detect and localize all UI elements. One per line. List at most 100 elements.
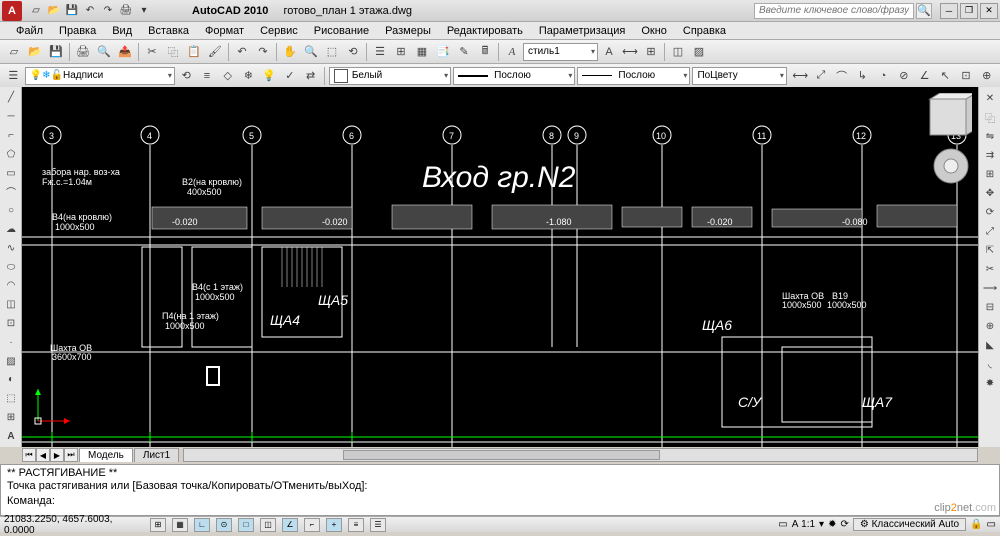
anno-auto-icon[interactable]: ⟳ [840, 519, 848, 530]
designcenter-icon[interactable]: ⊞ [391, 42, 411, 62]
menu-edit[interactable]: Правка [51, 23, 104, 39]
cut-icon[interactable]: ✂ [142, 42, 162, 62]
dim-leader-icon[interactable]: ↖ [936, 66, 955, 86]
viewcube[interactable] [924, 93, 972, 141]
pan-icon[interactable]: ✋ [280, 42, 300, 62]
plotstyle-combo[interactable]: ПоЦвету [692, 67, 786, 85]
print-icon[interactable]: 🖨 [118, 3, 134, 19]
circle-icon[interactable]: ○ [2, 202, 20, 220]
redo-icon[interactable]: ↷ [253, 42, 273, 62]
menu-draw[interactable]: Рисование [306, 23, 377, 39]
break-icon[interactable]: ⊟ [981, 298, 999, 316]
menu-modify[interactable]: Редактировать [439, 23, 531, 39]
command-window[interactable]: ** РАСТЯГИВАНИЕ ** Точка растягивания ил… [0, 464, 1000, 516]
menu-format[interactable]: Формат [197, 23, 252, 39]
qp-toggle[interactable]: ☰ [370, 518, 386, 532]
mtext-icon[interactable]: A [2, 427, 20, 445]
menu-file[interactable]: Файл [8, 23, 51, 39]
text-style-combo[interactable]: стиль1 [523, 43, 598, 61]
revcloud-icon[interactable]: ☁ [2, 221, 20, 239]
zoom-window-icon[interactable]: ⬚ [322, 42, 342, 62]
lock-ui-icon[interactable]: 🔒 [970, 519, 982, 530]
undo-icon[interactable]: ↶ [82, 3, 98, 19]
hatch-icon[interactable]: ▨ [2, 352, 20, 370]
coordinates-readout[interactable]: 21083.2250, 4657.6003, 0.0000 [4, 514, 144, 536]
publish-icon[interactable]: 📤 [115, 42, 135, 62]
sheetset-icon[interactable]: 📑 [433, 42, 453, 62]
markup-icon[interactable]: ✎ [454, 42, 474, 62]
chamfer-icon[interactable]: ◣ [981, 336, 999, 354]
print-icon[interactable]: 🖨 [73, 42, 93, 62]
dim-diameter-icon[interactable]: ⊘ [894, 66, 913, 86]
layer-prev-icon[interactable]: ⟲ [177, 66, 196, 86]
array-icon[interactable]: ⊞ [981, 165, 999, 183]
fillet-icon[interactable]: ◟ [981, 355, 999, 373]
match-icon[interactable]: 🖌 [205, 42, 225, 62]
new-icon[interactable]: ▱ [28, 3, 44, 19]
close-button[interactable]: ✕ [980, 3, 998, 19]
dim-aligned-icon[interactable]: ⤢ [812, 66, 831, 86]
dyn-toggle[interactable]: + [326, 518, 342, 532]
text-style-icon[interactable]: A [502, 42, 522, 62]
menu-dimension[interactable]: Размеры [377, 23, 439, 39]
dim-angular-icon[interactable]: ∠ [915, 66, 934, 86]
dim-center-icon[interactable]: ⊕ [977, 66, 996, 86]
copy-icon[interactable]: ⿻ [163, 42, 183, 62]
table-icon[interactable]: ⊞ [641, 42, 661, 62]
qat-dropdown-icon[interactable]: ▾ [136, 3, 152, 19]
toolpalette-icon[interactable]: ▦ [412, 42, 432, 62]
undo-icon[interactable]: ↶ [232, 42, 252, 62]
new-icon[interactable]: ▱ [4, 42, 24, 62]
tab-prev-icon[interactable]: ◀ [36, 448, 50, 462]
pline-icon[interactable]: ⌐ [2, 127, 20, 145]
zoom-prev-icon[interactable]: ⟲ [343, 42, 363, 62]
insert-icon[interactable]: ◫ [2, 296, 20, 314]
move-icon[interactable]: ✥ [981, 184, 999, 202]
dim-linear-icon[interactable]: ⟷ [620, 42, 640, 62]
color-combo[interactable]: Белый [329, 67, 451, 85]
properties-icon[interactable]: ☰ [370, 42, 390, 62]
layer-manager-icon[interactable]: ☰ [4, 66, 23, 86]
rectangle-icon[interactable]: ▭ [2, 164, 20, 182]
dim-ord-icon[interactable]: ↳ [853, 66, 872, 86]
gradient-icon[interactable]: ◐ [2, 371, 20, 389]
layer-combo[interactable]: 💡❄🔓 Надписи [25, 67, 175, 85]
ortho-toggle[interactable]: ∟ [194, 518, 210, 532]
3dosnap-toggle[interactable]: ◫ [260, 518, 276, 532]
mirror-icon[interactable]: ⇋ [981, 127, 999, 145]
ellipse-icon[interactable]: ⬭ [2, 258, 20, 276]
tab-model[interactable]: Модель [79, 448, 133, 462]
polygon-icon[interactable]: ⬠ [2, 145, 20, 163]
help-search-input[interactable] [754, 3, 914, 19]
region-icon[interactable]: ⬚ [2, 390, 20, 408]
hatch-icon[interactable]: ▨ [689, 42, 709, 62]
tab-next-icon[interactable]: ▶ [50, 448, 64, 462]
make-block-icon[interactable]: ⊡ [2, 315, 20, 333]
linetype-combo[interactable]: Послою [577, 67, 690, 85]
dim-linear-icon[interactable]: ⟷ [791, 66, 810, 86]
preview-icon[interactable]: 🔍 [94, 42, 114, 62]
copy-icon[interactable]: ⿻ [981, 108, 999, 126]
lwt-toggle[interactable]: ≡ [348, 518, 364, 532]
dim-tolerance-icon[interactable]: ⊡ [957, 66, 976, 86]
spline-icon[interactable]: ∿ [2, 239, 20, 257]
zoom-icon[interactable]: 🔍 [301, 42, 321, 62]
xline-icon[interactable]: ─ [2, 108, 20, 126]
cmd-prompt[interactable]: Команда: [7, 495, 993, 508]
line-icon[interactable]: ╱ [2, 89, 20, 107]
tab-last-icon[interactable]: ⏭ [64, 448, 78, 462]
menu-view[interactable]: Вид [104, 23, 140, 39]
menu-window[interactable]: Окно [633, 23, 675, 39]
dim-radius-icon[interactable]: ◔ [874, 66, 893, 86]
erase-icon[interactable]: ✕ [981, 89, 999, 107]
osnap-toggle[interactable]: □ [238, 518, 254, 532]
minimize-button[interactable]: ─ [940, 3, 958, 19]
snap-toggle[interactable]: ⊞ [150, 518, 166, 532]
search-icon[interactable]: 🔍 [916, 3, 932, 19]
drawing-canvas[interactable]: 3 4 5 6 7 8 9 10 11 12 13 [22, 87, 978, 447]
save-icon[interactable]: 💾 [46, 42, 66, 62]
ellipse-arc-icon[interactable]: ◠ [2, 277, 20, 295]
calc-icon[interactable]: 🖩 [475, 42, 495, 62]
extend-icon[interactable]: ⟶ [981, 279, 999, 297]
trim-icon[interactable]: ✂ [981, 260, 999, 278]
